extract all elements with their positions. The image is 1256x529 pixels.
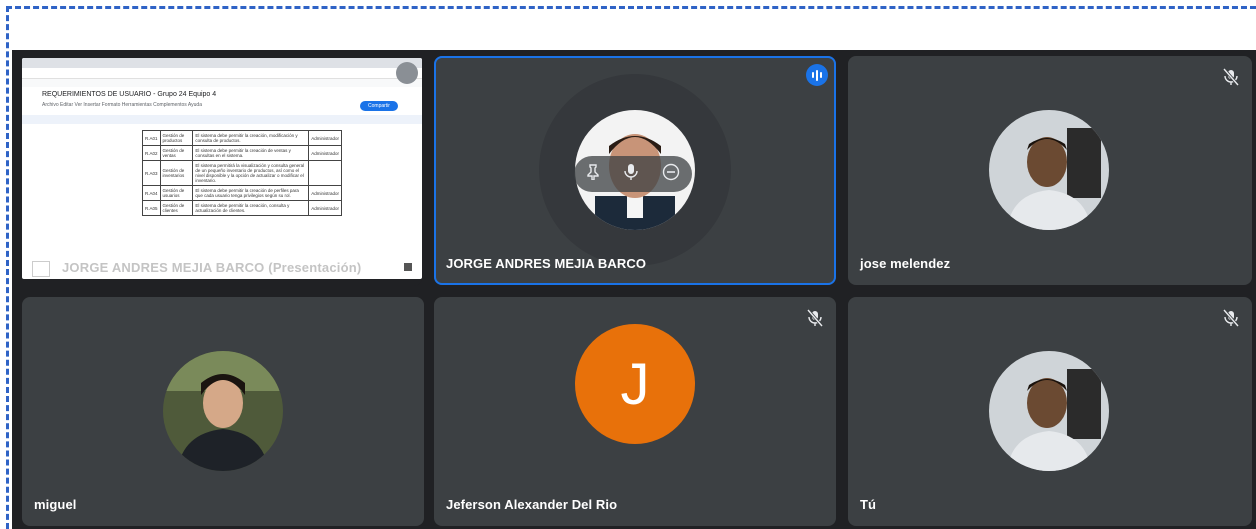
participant-tile-self[interactable]: Tú (848, 297, 1252, 526)
doc-page: R.A01 Gestión de productos El sistema debe… (142, 130, 347, 270)
presentation-options-icon (404, 263, 412, 271)
doc-title: REQUERIMIENTOS DE USUARIO - Grupo 24 Equ… (42, 91, 217, 98)
table-cell-id: R.A05 (142, 200, 161, 216)
participant-tile-jeferson[interactable]: J Jeferson Alexander Del Rio (434, 297, 836, 526)
presentation-present-icon (32, 261, 50, 277)
participant-name: miguel (34, 497, 77, 512)
remove-icon[interactable] (662, 163, 680, 186)
table-cell-name: Gestión de inventarios (159, 160, 194, 186)
frame-border-top (6, 6, 1256, 9)
participant-name: JORGE ANDRES MEJIA BARCO (446, 256, 647, 271)
avatar-photo-icon (989, 110, 1109, 230)
letter-avatar: J (575, 324, 695, 444)
table-row: R.A05 Gestión de clientes El sistema debe … (142, 200, 342, 216)
table-cell-id: R.A01 (142, 130, 161, 146)
pin-icon[interactable] (586, 163, 600, 185)
table-cell-name: Gestión de clientes (159, 200, 194, 216)
table-cell-id: R.A03 (142, 160, 161, 186)
participant-name: Tú (860, 497, 877, 512)
meeting-stage: REQUERIMIENTOS DE USUARIO - Grupo 24 Equ… (12, 50, 1256, 529)
table-cell-role: Administrador (308, 200, 342, 216)
browser-bookmarks (22, 79, 422, 87)
table-cell-id: R.A04 (142, 185, 161, 201)
table-cell-role (308, 160, 342, 186)
participant-tile-jorge[interactable]: JORGE ANDRES MEJIA BARCO (434, 56, 836, 285)
table-row: R.A03 Gestión de inventarios El sistema pe… (142, 160, 342, 186)
participant-name: jose melendez (860, 256, 951, 271)
presenter-label: JORGE ANDRES MEJIA BARCO (Presentación) (62, 260, 362, 275)
top-band (12, 12, 1256, 50)
table-cell-role: Administrador (308, 185, 342, 201)
avatar-photo-icon (163, 351, 283, 471)
avatar-photo-icon (989, 351, 1109, 471)
mic-off-icon (1220, 307, 1242, 329)
browser-addressbar (22, 68, 422, 79)
avatar (989, 110, 1109, 230)
frame-border-left (6, 6, 9, 529)
presentation-screen: REQUERIMIENTOS DE USUARIO - Grupo 24 Equ… (22, 58, 422, 279)
table-cell-desc: El sistema debe permitir la creación de … (192, 185, 310, 201)
mic-off-icon (1220, 66, 1242, 88)
presentation-tile[interactable]: REQUERIMIENTOS DE USUARIO - Grupo 24 Equ… (12, 50, 422, 286)
active-speaker-icon (806, 64, 828, 86)
share-button: Compartir (360, 101, 398, 111)
table-cell-name: Gestión de usuarios (159, 185, 194, 201)
table-cell-id: R.A02 (142, 145, 161, 161)
browser-tabbar (22, 58, 422, 68)
participant-tile-miguel[interactable]: miguel (22, 297, 424, 526)
presenter-user-avatar (396, 62, 418, 84)
doc-toolbar (22, 115, 422, 124)
table-cell-name: Gestión de ventas (159, 145, 194, 161)
table-cell-role: Administrador (308, 145, 342, 161)
table-cell-desc: El sistema debe permitir la creación, co… (192, 200, 310, 216)
mic-off-icon (804, 307, 826, 329)
table-cell-desc: El sistema debe permitir la creación, mo… (192, 130, 310, 146)
tile-hover-controls (574, 156, 692, 192)
participant-name: Jeferson Alexander Del Rio (446, 497, 618, 512)
table-row: R.A02 Gestión de ventas El sistema debe pe… (142, 145, 342, 161)
table-row: R.A01 Gestión de productos El sistema debe… (142, 130, 342, 146)
table-cell-desc: El sistema debe permitir la creación de … (192, 145, 310, 161)
avatar (163, 351, 283, 471)
mic-icon[interactable] (624, 163, 638, 186)
participant-tile-jose[interactable]: jose melendez (848, 56, 1252, 285)
table-cell-name: Gestión de productos (159, 130, 194, 146)
table-cell-role: Administrador (308, 130, 342, 146)
requirements-table: R.A01 Gestión de productos El sistema debe… (142, 130, 342, 216)
doc-menu: Archivo Editar Ver Insertar Formato Herr… (42, 102, 202, 108)
table-row: R.A04 Gestión de usuarios El sistema debe … (142, 185, 342, 201)
avatar (989, 351, 1109, 471)
table-cell-desc: El sistema permitirá la visualización y … (192, 160, 310, 186)
